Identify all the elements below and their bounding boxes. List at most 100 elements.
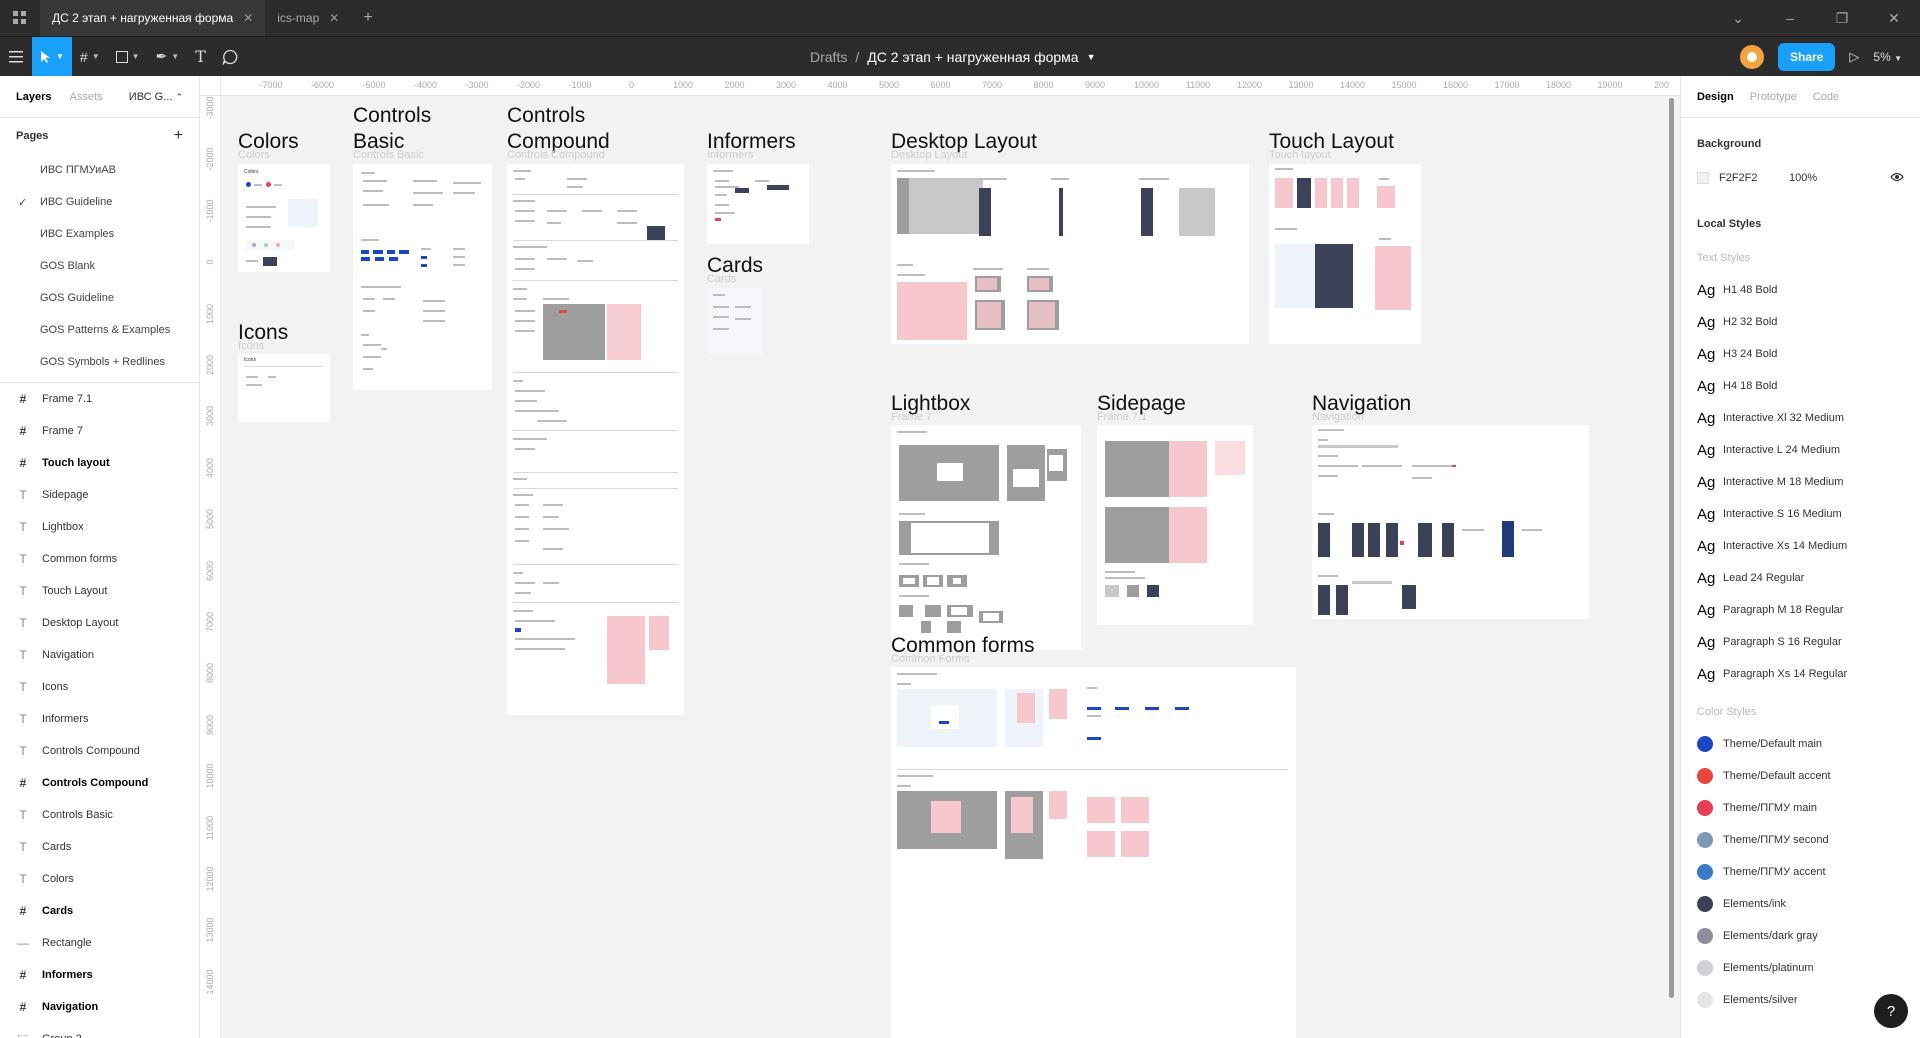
- text-style-item[interactable]: Ag Paragraph Xs 14 Regular: [1681, 658, 1920, 690]
- text-style-item[interactable]: Ag Interactive Xl 32 Medium: [1681, 402, 1920, 434]
- layer-item[interactable]: T Desktop Layout: [0, 607, 199, 639]
- layer-item[interactable]: # Touch layout: [0, 447, 199, 479]
- layer-item[interactable]: # Controls Compound: [0, 767, 199, 799]
- tab-ics-map[interactable]: ics-map ✕: [265, 0, 351, 36]
- layer-item[interactable]: T Controls Basic: [0, 799, 199, 831]
- layer-item[interactable]: T Lightbox: [0, 511, 199, 543]
- pen-tool-button[interactable]: ✒ ▼: [148, 37, 188, 77]
- canvas[interactable]: -7000 -6000 -5000 -4000 -3000 -2000 -1000 0 1000…: [200, 76, 1680, 1038]
- layer-item[interactable]: T Sidepage: [0, 479, 199, 511]
- zoom-dropdown[interactable]: 5% ▼: [1873, 50, 1902, 64]
- frame-label-navigation[interactable]: Navigation: [1312, 411, 1364, 423]
- frame-navigation[interactable]: [1312, 425, 1589, 619]
- layer-item[interactable]: — Rectangle: [0, 927, 199, 959]
- color-style-item[interactable]: Elements/dark gray: [1681, 920, 1920, 952]
- vertical-scrollbar[interactable]: [1669, 98, 1674, 998]
- text-style-item[interactable]: Ag Paragraph M 18 Regular: [1681, 594, 1920, 626]
- background-row[interactable]: F2F2F2 100%: [1681, 162, 1920, 194]
- layer-item[interactable]: T Touch Layout: [0, 575, 199, 607]
- color-style-item[interactable]: Theme/ПГМУ second: [1681, 824, 1920, 856]
- color-style-item[interactable]: Theme/ПГМУ main: [1681, 792, 1920, 824]
- new-tab-plus-icon[interactable]: +: [351, 9, 384, 27]
- text-style-item[interactable]: Ag H4 18 Bold: [1681, 370, 1920, 402]
- layer-item[interactable]: ⬚ Group 2: [0, 1023, 199, 1038]
- help-button[interactable]: ?: [1874, 994, 1908, 1028]
- background-swatch[interactable]: [1697, 172, 1709, 184]
- tab-code[interactable]: Code: [1813, 91, 1839, 103]
- frame-label-touch-layout[interactable]: Touch layout: [1269, 149, 1331, 161]
- add-page-plus-icon[interactable]: +: [174, 127, 183, 145]
- close-tab-icon[interactable]: ✕: [243, 11, 253, 25]
- tab-assets[interactable]: Assets: [69, 91, 102, 103]
- restore-icon[interactable]: ❐: [1816, 10, 1868, 27]
- frame-colors[interactable]: Colors: [238, 164, 330, 272]
- frame-tool-button[interactable]: # ▼: [72, 37, 108, 77]
- color-style-item[interactable]: Theme/Default main: [1681, 728, 1920, 760]
- layer-item[interactable]: # Frame 7.1: [0, 383, 199, 415]
- close-window-icon[interactable]: ✕: [1868, 10, 1920, 27]
- shape-tool-button[interactable]: ▼: [108, 37, 148, 77]
- page-item[interactable]: ИВС Examples: [0, 218, 199, 250]
- text-style-item[interactable]: Ag Paragraph S 16 Regular: [1681, 626, 1920, 658]
- layer-item[interactable]: T Colors: [0, 863, 199, 895]
- layer-item[interactable]: # Frame 7: [0, 415, 199, 447]
- frame-label-cards[interactable]: Cards: [707, 273, 736, 285]
- frame-controls-compound[interactable]: [507, 164, 684, 715]
- layer-item[interactable]: T Cards: [0, 831, 199, 863]
- frame-label-lightbox[interactable]: Frame 7: [891, 411, 932, 423]
- frame-informers[interactable]: [707, 164, 809, 244]
- layer-item[interactable]: # Navigation: [0, 991, 199, 1023]
- frame-label-desktop-layout[interactable]: Desktop Layout: [891, 149, 967, 161]
- text-style-item[interactable]: Ag H3 24 Bold: [1681, 338, 1920, 370]
- frame-label-icons[interactable]: Icons: [238, 340, 264, 352]
- background-opacity[interactable]: 100%: [1789, 172, 1817, 184]
- color-style-item[interactable]: Elements/platinum: [1681, 952, 1920, 984]
- text-style-item[interactable]: Ag H2 32 Bold: [1681, 306, 1920, 338]
- close-tab-icon[interactable]: ✕: [329, 11, 339, 25]
- page-switcher[interactable]: ИВС G... ⌃: [129, 91, 183, 103]
- chevron-down-icon[interactable]: ⌄: [1712, 10, 1764, 27]
- move-tool-button[interactable]: ▼: [32, 36, 72, 77]
- tab-layers[interactable]: Layers: [16, 91, 51, 103]
- text-style-item[interactable]: Ag H1 48 Bold: [1681, 274, 1920, 306]
- layer-item[interactable]: T Icons: [0, 671, 199, 703]
- comment-tool-button[interactable]: [214, 37, 246, 77]
- file-name[interactable]: ДС 2 этап + нагруженная форма: [867, 49, 1078, 65]
- share-button[interactable]: Share: [1778, 43, 1836, 71]
- frame-common-forms[interactable]: [891, 667, 1296, 1038]
- layer-item[interactable]: # Informers: [0, 959, 199, 991]
- text-style-item[interactable]: Ag Interactive L 24 Medium: [1681, 434, 1920, 466]
- avatar[interactable]: [1740, 45, 1765, 69]
- frame-label-sidepage[interactable]: Frame 7.1: [1097, 411, 1147, 423]
- tab-prototype[interactable]: Prototype: [1750, 91, 1797, 103]
- frame-icons[interactable]: Icons: [238, 354, 330, 422]
- layer-item[interactable]: T Controls Compound: [0, 735, 199, 767]
- text-style-item[interactable]: Ag Interactive M 18 Medium: [1681, 466, 1920, 498]
- frame-label-common-forms[interactable]: Common Forms: [891, 653, 970, 665]
- chevron-down-icon[interactable]: ▼: [1087, 52, 1096, 62]
- tab-current-file[interactable]: ДС 2 этап + нагруженная форма ✕: [40, 0, 266, 36]
- frame-label-informers[interactable]: Informers: [707, 149, 753, 161]
- frame-label-controls-basic[interactable]: Controls Basic: [353, 149, 424, 161]
- layer-item[interactable]: T Informers: [0, 703, 199, 735]
- page-item[interactable]: GOS Symbols + Redlines: [0, 346, 199, 378]
- layer-item[interactable]: # Cards: [0, 895, 199, 927]
- minimize-icon[interactable]: –: [1764, 10, 1816, 26]
- app-menu-grid-icon[interactable]: [0, 0, 40, 36]
- breadcrumb-drafts[interactable]: Drafts: [810, 49, 847, 65]
- layer-item[interactable]: T Common forms: [0, 543, 199, 575]
- eye-visibility-icon[interactable]: [1890, 171, 1904, 185]
- frame-lightbox[interactable]: [891, 425, 1081, 650]
- frame-touch-layout[interactable]: [1269, 164, 1421, 344]
- page-item[interactable]: GOS Patterns & Examples: [0, 314, 199, 346]
- frame-label-colors[interactable]: Colors: [238, 149, 270, 161]
- page-item[interactable]: GOS Blank: [0, 250, 199, 282]
- color-style-item[interactable]: Elements/ink: [1681, 888, 1920, 920]
- color-style-item[interactable]: Theme/Default accent: [1681, 760, 1920, 792]
- frame-controls-basic[interactable]: [353, 164, 492, 390]
- frame-cards[interactable]: [707, 288, 762, 354]
- main-menu-hamburger-icon[interactable]: [0, 37, 32, 77]
- page-item[interactable]: ✓ ИВС Guideline: [0, 186, 199, 218]
- tab-design[interactable]: Design: [1697, 91, 1734, 103]
- text-tool-button[interactable]: T: [187, 37, 214, 77]
